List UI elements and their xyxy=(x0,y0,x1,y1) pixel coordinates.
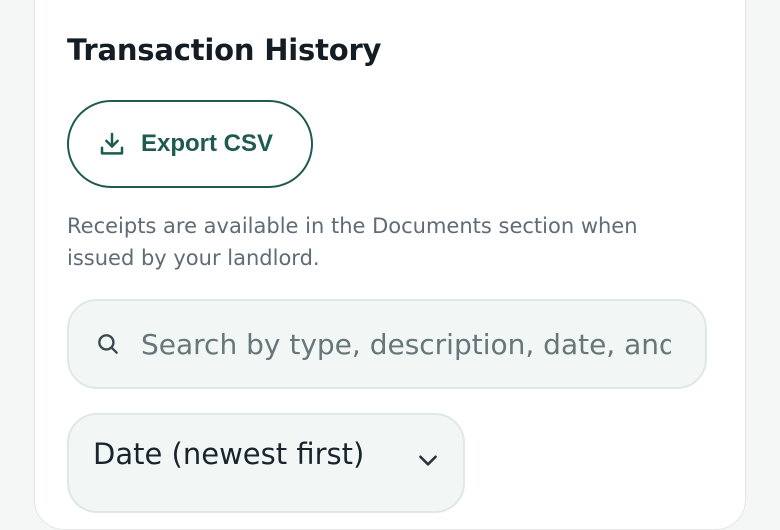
section-title: Transaction History xyxy=(67,33,382,67)
search-field[interactable] xyxy=(67,299,707,389)
receipts-hint: Receipts are available in the Documents … xyxy=(67,214,638,270)
search-icon xyxy=(95,331,121,357)
export-csv-button[interactable]: Export CSV xyxy=(67,100,313,188)
sort-select[interactable]: Date (newest first) xyxy=(67,413,465,513)
export-csv-label: Export CSV xyxy=(141,130,274,157)
sort-selected-value: Date (newest first) xyxy=(93,437,365,471)
download-icon xyxy=(97,129,127,159)
search-input[interactable] xyxy=(139,326,673,362)
chevron-down-icon xyxy=(415,447,441,473)
